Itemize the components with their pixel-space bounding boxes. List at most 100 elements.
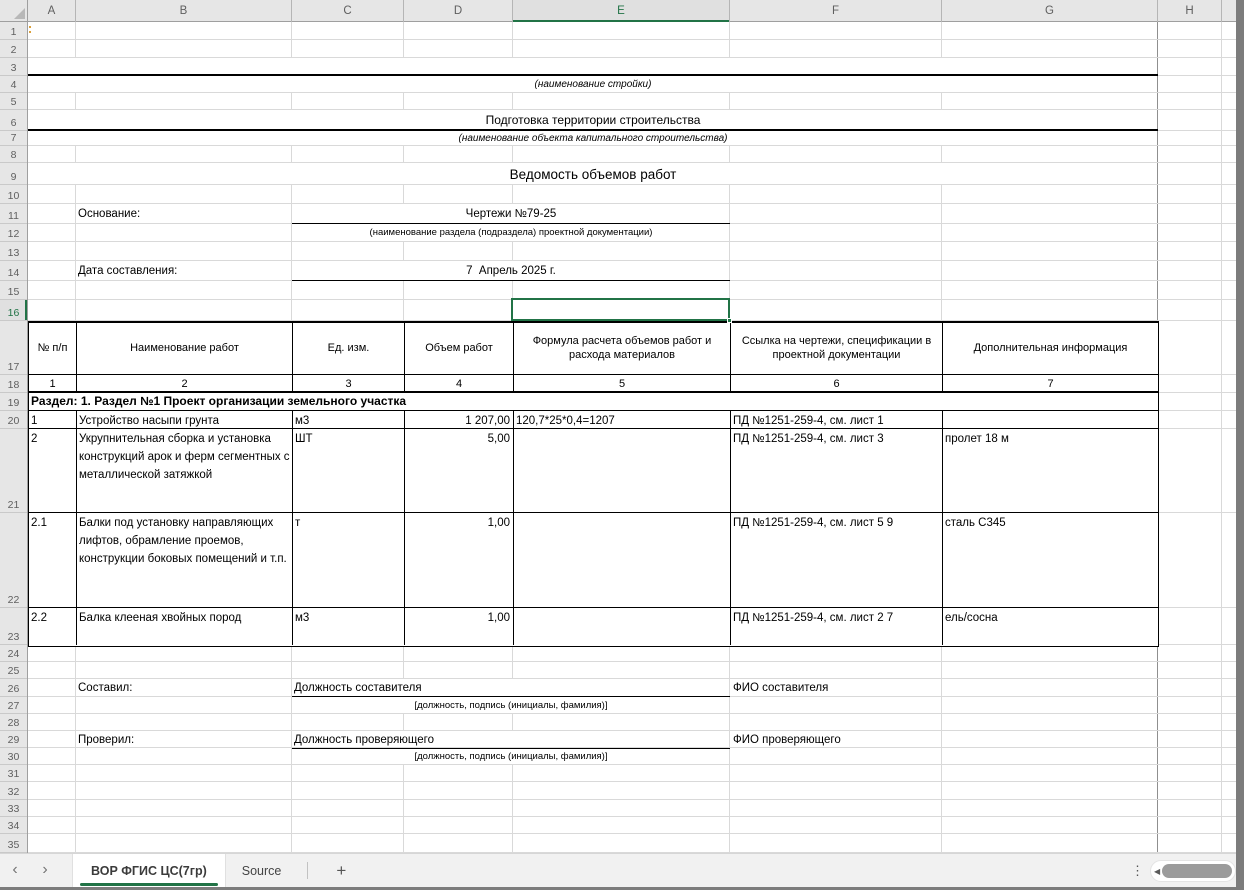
grid-row-34[interactable] [28,817,1236,834]
cell-info[interactable] [943,411,1158,428]
colnum-cell[interactable]: 1 [29,375,77,391]
cell-unit[interactable]: ШТ [293,429,405,512]
colnum-cell[interactable]: 7 [943,375,1158,391]
row-header-29[interactable]: 29 [0,731,27,748]
scrollbar-thumb[interactable] [1162,864,1232,878]
row-header-17[interactable]: 17 [0,321,27,375]
cell-row-num[interactable]: 2.2 [29,608,77,645]
colnum-cell[interactable]: 3 [293,375,405,391]
row-header-2[interactable]: 2 [0,40,27,58]
column-header-E[interactable]: E [513,0,730,22]
cell-unit[interactable]: м3 [293,411,405,428]
grid-row-10[interactable] [28,185,1236,204]
cell-site-caption[interactable]: (наименование стройки) [28,76,1158,93]
cell-composed-fio[interactable]: ФИО составителя [733,679,828,697]
colnum-cell[interactable]: 2 [77,375,293,391]
cell-checked-position[interactable]: Должность проверяющего [292,731,730,749]
row-header-10[interactable]: 10 [0,185,27,204]
row-header-25[interactable]: 25 [0,662,27,679]
row-header-14[interactable]: 14 [0,261,27,281]
cell-unit[interactable]: т [293,513,405,607]
select-all-button[interactable] [0,0,28,22]
row-header-5[interactable]: 5 [0,93,27,110]
cell-work-name[interactable]: Балки под установку направляющих лифтов,… [77,513,293,607]
cell-ref[interactable]: ПД №1251-259-4, см. лист 2 7 [731,608,943,645]
row-header-13[interactable]: 13 [0,242,27,261]
grid-row-24[interactable] [28,645,1236,662]
cell-basis-label[interactable]: Основание: [78,204,140,224]
row-header-19[interactable]: 19 [0,393,27,411]
cell-composed-label[interactable]: Составил: [78,679,132,697]
grid-row-8[interactable] [28,146,1236,163]
grid-row-2[interactable] [28,40,1236,58]
cell-work-name[interactable]: Устройство насыпи грунта [77,411,293,428]
cell-qty[interactable]: 1,00 [405,513,514,607]
grid-row-1[interactable] [28,22,1236,40]
cell-work-name[interactable]: Балка клееная хвойных пород [77,608,293,645]
grid-row-33[interactable] [28,800,1236,817]
row-header-32[interactable]: 32 [0,782,27,800]
cell-signature-caption[interactable]: [должность, подпись (инициалы, фамилия)] [292,748,730,764]
cell-formula[interactable] [514,429,731,512]
header-cell-info[interactable]: Дополнительная информация [943,323,1158,374]
row-header-8[interactable]: 8 [0,146,27,163]
row-header-12[interactable]: 12 [0,224,27,242]
tab-scroll-right-icon[interactable]: › [30,854,60,887]
cell-basis-caption[interactable]: (наименование раздела (подраздела) проек… [292,224,730,240]
header-cell-ref[interactable]: Ссылка на чертежи, спецификации в проект… [731,323,943,374]
cell-info[interactable]: сталь С345 [943,513,1158,607]
colnum-cell[interactable]: 4 [405,375,514,391]
row-header-31[interactable]: 31 [0,765,27,782]
cell-ref[interactable]: ПД №1251-259-4, см. лист 5 9 [731,513,943,607]
cell-formula[interactable] [514,608,731,645]
cell-composed-position[interactable]: Должность составителя [292,679,730,697]
column-header-H[interactable]: H [1158,0,1222,22]
row-header-27[interactable]: 27 [0,697,27,714]
active-cell-selection[interactable] [511,298,730,321]
cell-date-value[interactable]: 7 Апрель 2025 г. [292,261,730,281]
row-header-35[interactable]: 35 [0,834,27,853]
cell-row-num[interactable]: 2 [29,429,77,512]
row-header-20[interactable]: 20 [0,411,27,429]
cell-signature-caption[interactable]: [должность, подпись (инициалы, фамилия)] [292,697,730,713]
header-cell-qty[interactable]: Объем работ [405,323,514,374]
header-cell-num[interactable]: № п/п [29,323,77,374]
sheet-grid[interactable]: (наименование стройки) Подготовка террит… [28,22,1236,853]
cell-checked-label[interactable]: Проверил: [78,731,134,749]
row-header-22[interactable]: 22 [0,513,27,608]
column-header-C[interactable]: C [292,0,404,22]
cell-ref[interactable]: ПД №1251-259-4, см. лист 1 [731,411,943,428]
row-header-6[interactable]: 6 [0,110,27,131]
column-header-B[interactable]: B [76,0,292,22]
cell-qty[interactable]: 1 207,00 [405,411,514,428]
row-header-9[interactable]: 9 [0,163,27,185]
row-header-1[interactable]: 1 [0,22,27,40]
colnum-cell[interactable]: 6 [731,375,943,391]
row-header-4[interactable]: 4 [0,76,27,93]
cell-ref[interactable]: ПД №1251-259-4, см. лист 3 [731,429,943,512]
column-header-G[interactable]: G [942,0,1158,22]
cell-info[interactable]: пролет 18 м [943,429,1158,512]
cell-qty[interactable]: 5,00 [405,429,514,512]
cell-date-label[interactable]: Дата составления: [78,261,177,281]
row-header-15[interactable]: 15 [0,281,27,300]
row-header-34[interactable]: 34 [0,817,27,834]
tab-scroll-left-icon[interactable]: ‹ [0,854,30,887]
cell-checked-fio[interactable]: ФИО проверяющего [733,731,841,749]
grid-row-13[interactable] [28,242,1236,261]
grid-row-25[interactable] [28,662,1236,679]
add-sheet-button[interactable]: + [318,854,364,887]
row-header-16[interactable]: 16 [0,300,27,321]
horizontal-scrollbar[interactable]: ◀ [1150,860,1236,882]
grid-row-5[interactable] [28,93,1236,110]
row-header-33[interactable]: 33 [0,800,27,817]
cell-work-name[interactable]: Укрупнительная сборка и установка констр… [77,429,293,512]
tab-options-icon[interactable]: ⋮ [1131,854,1144,888]
cell-basis-value[interactable]: Чертежи №79-25 [292,204,730,224]
cell-project-title[interactable]: Подготовка территории строительства [28,110,1158,131]
cell-formula[interactable]: 120,7*25*0,4=1207 [514,411,731,428]
header-cell-name[interactable]: Наименование работ [77,323,293,374]
row-header-30[interactable]: 30 [0,748,27,765]
colnum-cell[interactable]: 5 [514,375,731,391]
row-header-28[interactable]: 28 [0,714,27,731]
